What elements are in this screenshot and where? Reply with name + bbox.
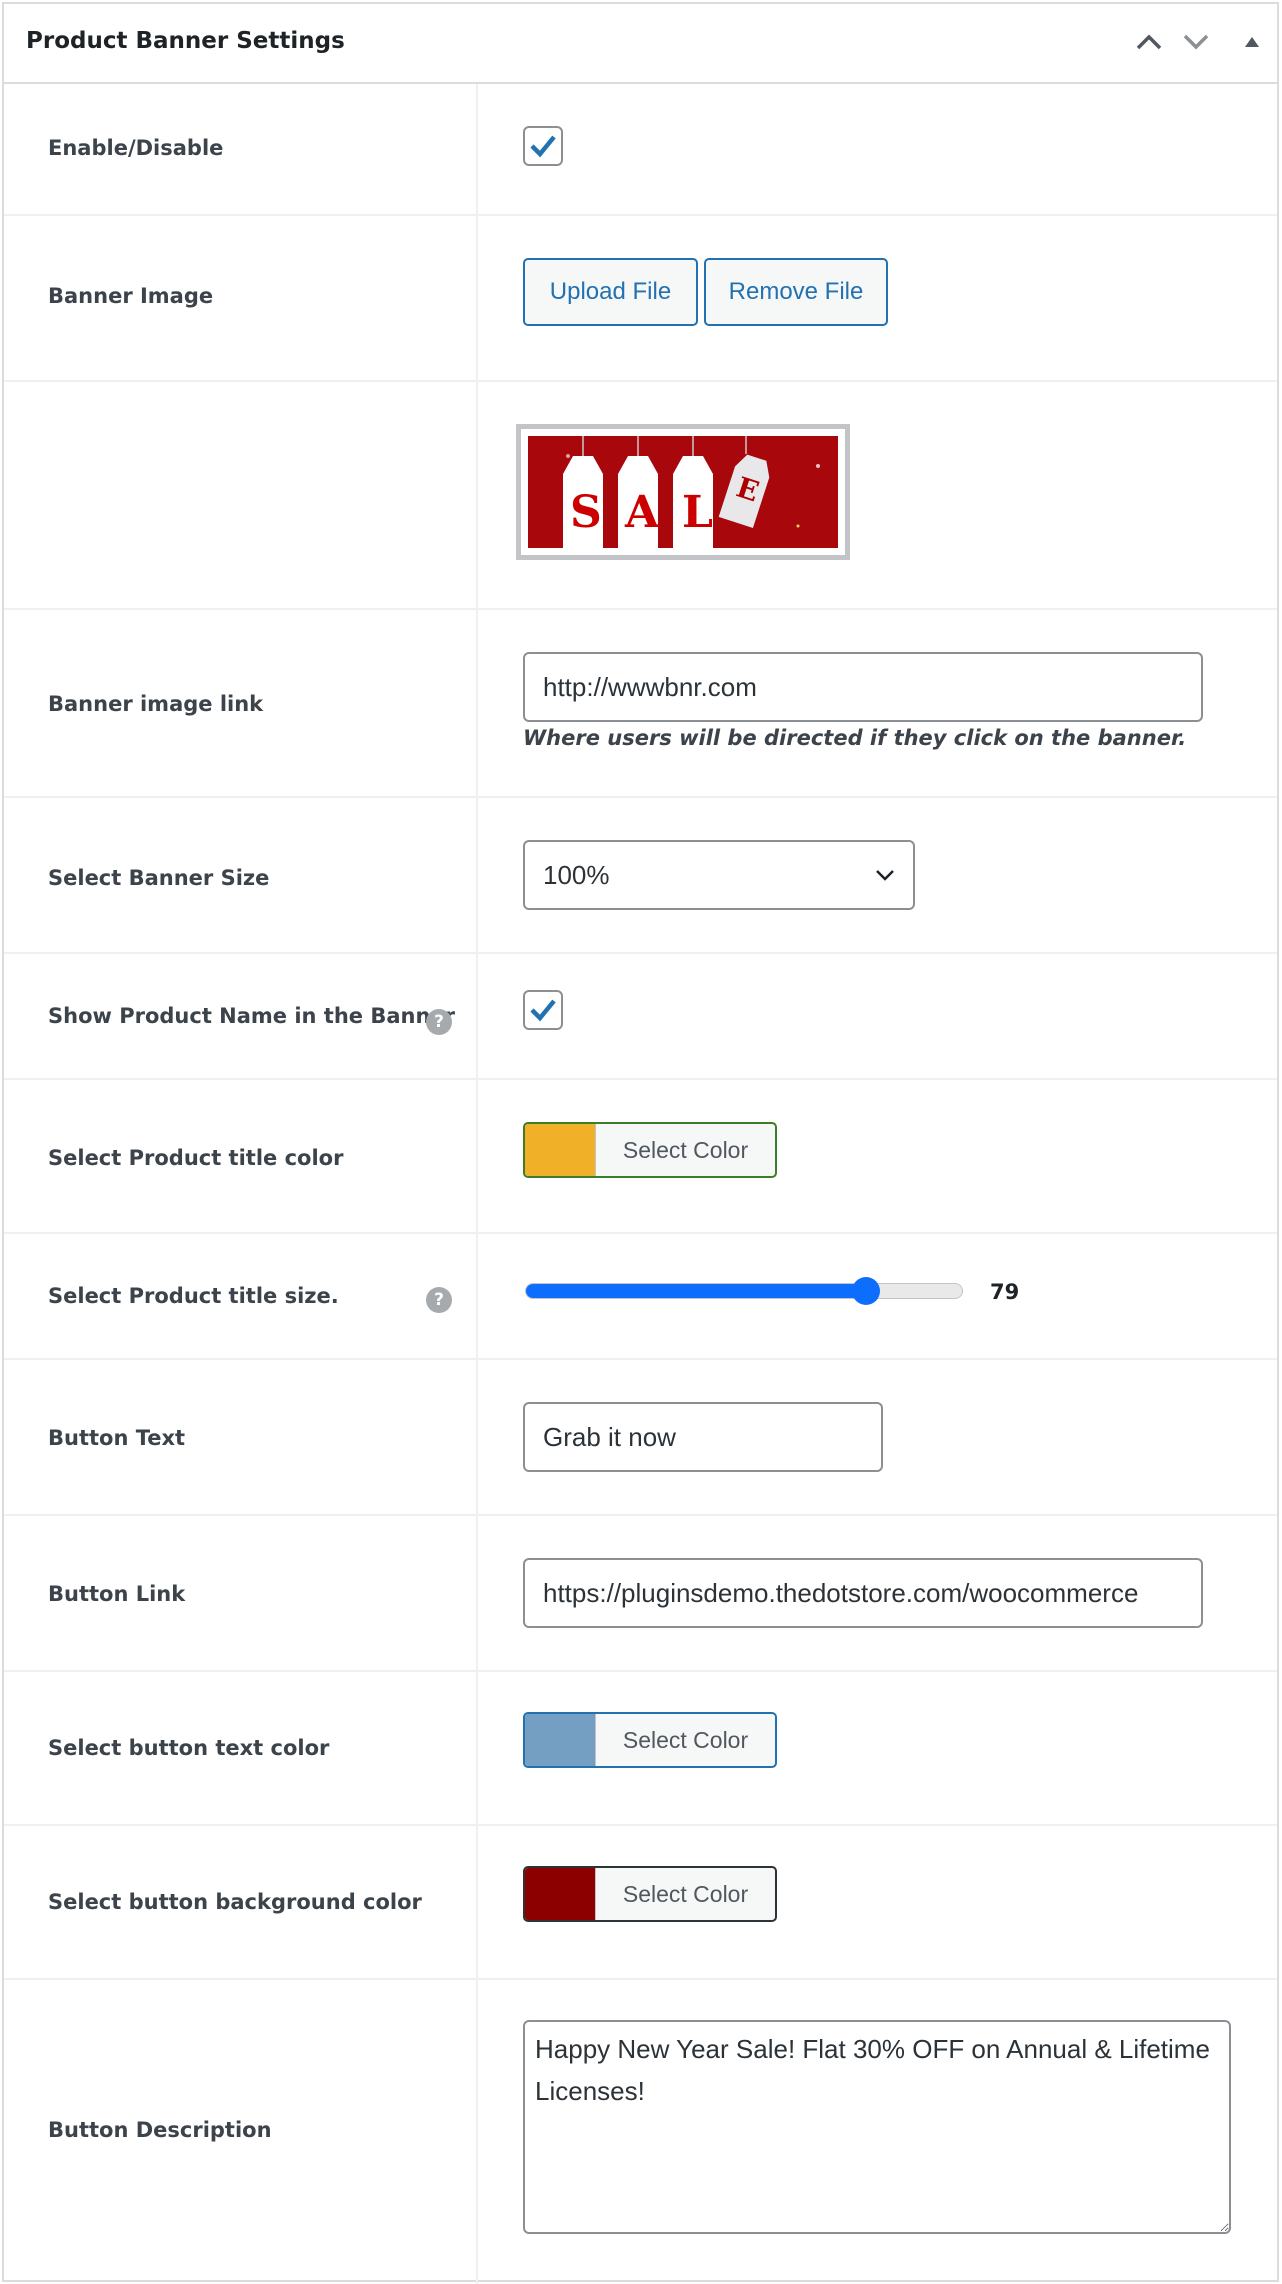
title-size-slider[interactable]: [525, 1277, 963, 1305]
sale-letter-l: L: [682, 487, 713, 538]
product-title-size-label: Select Product title size.: [48, 1284, 339, 1308]
button-description-label: Button Description: [48, 2118, 272, 2142]
button-link-label: Button Link: [48, 1582, 186, 1606]
banner-image-label: Banner Image: [48, 284, 214, 308]
color-swatch: [525, 1868, 595, 1920]
row-banner-image: Banner Image Upload File Remove File: [4, 216, 1277, 382]
banner-size-label: Select Banner Size: [48, 866, 270, 890]
button-text-color-label: Select button text color: [48, 1736, 330, 1760]
slider-thumb[interactable]: [852, 1277, 880, 1305]
triangle-up-icon[interactable]: [1232, 22, 1272, 62]
button-text-label: Button Text: [48, 1426, 186, 1450]
color-swatch: [525, 1124, 595, 1176]
row-show-product-name: Show Product Name in the Banner ?: [4, 954, 1277, 1080]
row-banner-image-link: Banner image link http://wwwbnr.com Wher…: [4, 610, 1277, 798]
button-description-textarea[interactable]: Happy New Year Sale! Flat 30% OFF on Ann…: [523, 2020, 1231, 2234]
button-background-color-button[interactable]: Select Color: [523, 1866, 777, 1922]
chevron-up-icon[interactable]: [1129, 22, 1169, 62]
banner-size-value: 100%: [543, 859, 610, 890]
panel-title: Product Banner Settings: [26, 28, 345, 54]
select-color-label: Select Color: [595, 1868, 775, 1920]
row-product-title-color: Select Product title color Select Color: [4, 1080, 1277, 1234]
remove-file-button[interactable]: Remove File: [704, 258, 888, 326]
row-enable-disable: Enable/Disable: [4, 84, 1277, 216]
sale-letter-a: A: [625, 487, 660, 538]
help-icon[interactable]: ?: [426, 1009, 452, 1035]
slider-fill: [526, 1284, 866, 1298]
row-button-text-color: Select button text color Select Color: [4, 1672, 1277, 1826]
banner-image-link-description: Where users will be directed if they cli…: [523, 726, 1187, 750]
chevron-down-icon[interactable]: [1176, 22, 1216, 62]
button-text-color-button[interactable]: Select Color: [523, 1712, 777, 1768]
banner-image-link-label: Banner image link: [48, 692, 264, 716]
title-size-value: 79: [990, 1280, 1020, 1304]
row-button-text: Button Text Grab it now: [4, 1360, 1277, 1516]
banner-size-select[interactable]: 100%: [523, 840, 915, 910]
row-banner-size: Select Banner Size 100%: [4, 798, 1277, 954]
banner-preview-frame: S A L E: [516, 424, 850, 560]
panel-header: Product Banner Settings: [4, 4, 1277, 84]
enable-checkbox[interactable]: [523, 126, 563, 166]
chevron-down-icon: [876, 870, 894, 881]
select-color-label: Select Color: [595, 1714, 775, 1766]
row-button-link: Button Link https://pluginsdemo.thedotst…: [4, 1516, 1277, 1672]
show-product-name-checkbox[interactable]: [523, 990, 563, 1030]
banner-image-link-input[interactable]: http://wwwbnr.com: [523, 652, 1203, 722]
show-product-name-label: Show Product Name in the Banner: [48, 1004, 456, 1028]
sale-letter-s: S: [570, 487, 602, 538]
row-banner-preview: S A L E: [4, 382, 1277, 610]
select-color-label: Select Color: [595, 1124, 775, 1176]
row-button-background-color: Select button background color Select Co…: [4, 1826, 1277, 1980]
row-button-description: Button Description Happy New Year Sale! …: [4, 1980, 1277, 2280]
button-text-input[interactable]: Grab it now: [523, 1402, 883, 1472]
button-link-input[interactable]: https://pluginsdemo.thedotstore.com/wooc…: [523, 1558, 1203, 1628]
color-swatch: [525, 1714, 595, 1766]
button-background-color-label: Select button background color: [48, 1890, 422, 1914]
row-product-title-size: Select Product title size. ? 79: [4, 1234, 1277, 1360]
checkmark-icon: [530, 135, 556, 158]
help-icon[interactable]: ?: [426, 1287, 452, 1313]
checkmark-icon: [530, 999, 556, 1022]
product-title-color-button[interactable]: Select Color: [523, 1122, 777, 1178]
enable-disable-label: Enable/Disable: [48, 136, 224, 160]
product-banner-settings-panel: Product Banner Settings Enable/Disable B…: [2, 2, 1279, 2284]
product-title-color-label: Select Product title color: [48, 1146, 344, 1170]
upload-file-button[interactable]: Upload File: [523, 258, 698, 326]
